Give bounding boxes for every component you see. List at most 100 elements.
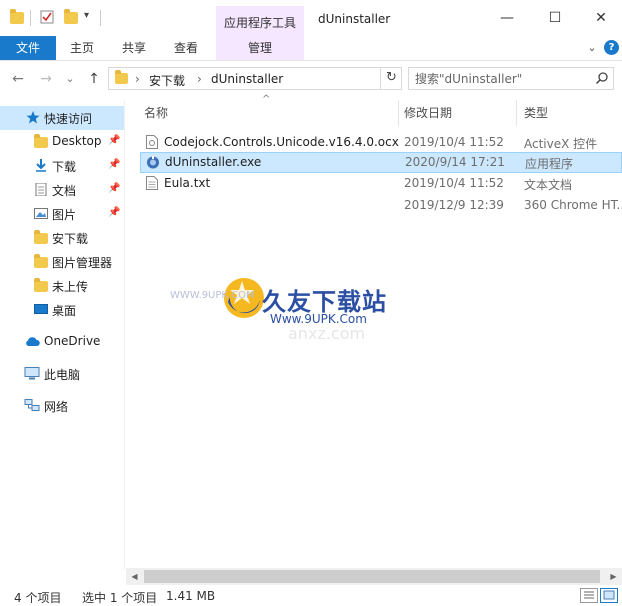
tab-view[interactable]: 查看 [164, 36, 208, 60]
nav-item-quick-access[interactable]: 快速访问 [0, 106, 124, 130]
file-type: 文本文档 [524, 178, 573, 192]
column-header-name[interactable]: 名称 [144, 104, 168, 124]
large-icons-view-icon[interactable] [600, 588, 618, 603]
new-folder-icon[interactable] [64, 9, 78, 24]
properties-icon[interactable] [40, 10, 54, 24]
tab-share[interactable]: 共享 [112, 36, 156, 60]
forward-button[interactable]: → [36, 68, 56, 90]
quick-access-separator [100, 10, 101, 26]
pin-icon[interactable]: 📌 [108, 159, 120, 170]
status-item-count: 4 个项目 [14, 591, 62, 605]
scrollbar-thumb[interactable] [144, 570, 600, 583]
maximize-button[interactable]: ☐ [532, 6, 578, 30]
horizontal-scrollbar[interactable]: ◀ ▶ [126, 568, 622, 585]
pin-icon[interactable]: 📌 [108, 135, 120, 146]
nav-item-downloads[interactable]: 下载 📌 [0, 154, 124, 178]
minimize-button[interactable]: — [484, 6, 530, 30]
desktop-icon [34, 303, 48, 316]
status-size: 1.41 MB [166, 589, 216, 603]
folder-icon [34, 230, 48, 244]
column-divider[interactable] [516, 100, 517, 126]
search-box[interactable] [408, 67, 614, 90]
column-header-type[interactable]: 类型 [524, 104, 548, 124]
tab-home[interactable]: 主页 [60, 36, 104, 60]
scroll-left-button[interactable]: ◀ [126, 568, 143, 585]
watermark-url-small: WWW.9UPK.COM [170, 290, 255, 301]
file-row[interactable]: dUninstaller.exe 2020/9/14 17:21 应用程序 [140, 152, 622, 173]
context-tab-group-header: 应用程序工具 [216, 6, 304, 36]
back-button[interactable]: ← [8, 68, 28, 90]
search-icon[interactable] [595, 71, 609, 85]
search-input[interactable] [415, 71, 585, 86]
details-view-icon[interactable] [580, 588, 598, 603]
cloud-icon [24, 336, 40, 349]
picture-icon [34, 207, 48, 220]
pin-icon[interactable]: 📌 [108, 183, 120, 194]
nav-item-anxiazai[interactable]: 安下载 [0, 226, 124, 250]
nav-item-not-uploaded[interactable]: 未上传 [0, 274, 124, 298]
download-icon [34, 159, 48, 172]
pin-icon[interactable]: 📌 [108, 207, 120, 218]
breadcrumb-separator[interactable]: › [135, 72, 140, 86]
quick-access-separator [30, 10, 31, 26]
computer-icon [24, 367, 40, 380]
breadcrumb-separator[interactable]: › [197, 72, 202, 86]
file-row[interactable]: 2019/12/9 12:39 360 Chrome HT... [140, 195, 622, 216]
status-bar: 4 个项目 选中 1 个项目 1.41 MB [0, 586, 622, 605]
file-row[interactable]: Eula.txt 2019/10/4 11:52 文本文档 [140, 173, 622, 194]
watermark: WWW.9UPK.COM 久友下载站 Www.9UPK.Com anxz.com [170, 268, 430, 343]
close-button[interactable]: ✕ [578, 6, 622, 30]
nav-item-network[interactable]: 网络 [0, 394, 124, 418]
nav-item-pictures[interactable]: 图片 📌 [0, 202, 124, 226]
title-bar: ▾ 应用程序工具 dUninstaller — ☐ ✕ [0, 0, 622, 36]
folder-icon [10, 9, 24, 24]
help-icon[interactable]: ? [604, 40, 619, 55]
tab-manage[interactable]: 管理 [216, 36, 304, 60]
column-header-modified[interactable]: 修改日期 [404, 104, 452, 124]
file-type: 应用程序 [525, 157, 574, 171]
file-modified: 2019/10/4 11:52 [404, 135, 504, 149]
nav-item-documents[interactable]: 文档 📌 [0, 178, 124, 202]
breadcrumb-item[interactable]: dUninstaller [211, 72, 283, 86]
text-file-icon [146, 176, 158, 190]
ocx-file-icon [146, 135, 158, 149]
star-icon [26, 111, 40, 124]
sort-ascending-icon: ^ [262, 94, 271, 105]
nav-item-onedrive[interactable]: OneDrive [0, 330, 124, 354]
nav-item-label: 下载 [52, 160, 77, 174]
recent-locations-button[interactable]: ⌄ [60, 68, 80, 90]
nav-item-label: 网络 [44, 400, 69, 414]
folder-icon [115, 70, 128, 84]
nav-item-picture-manager[interactable]: 图片管理器 [0, 250, 124, 274]
tab-file[interactable]: 文件 [0, 36, 56, 60]
nav-item-label: 文档 [52, 184, 77, 198]
up-button[interactable]: ↑ [84, 68, 104, 90]
nav-item-label: 此电脑 [44, 368, 81, 382]
expand-ribbon-icon[interactable]: ⌄ [584, 40, 600, 56]
file-row[interactable]: Codejock.Controls.Unicode.v16.4.0.ocx 20… [140, 132, 622, 153]
column-divider[interactable] [398, 100, 399, 126]
nav-item-label: 未上传 [52, 280, 89, 294]
scroll-right-button[interactable]: ▶ [605, 568, 622, 585]
nav-item-label: OneDrive [44, 334, 101, 348]
file-type: 360 Chrome HT... [524, 198, 622, 212]
document-icon [34, 182, 48, 197]
nav-item-desktop[interactable]: Desktop 📌 [0, 130, 124, 154]
nav-item-desktop-cn[interactable]: 桌面 [0, 298, 124, 322]
nav-item-label: 图片管理器 [52, 256, 113, 270]
navigation-pane: 快速访问 Desktop 📌 下载 📌 文档 📌 图片 📌 安下载 图片管理器 [0, 100, 125, 570]
nav-item-this-pc[interactable]: 此电脑 [0, 362, 124, 386]
context-tab-group-label: 应用程序工具 [223, 16, 296, 30]
address-bar[interactable]: › 安下载 › dUninstaller ⌄ [108, 67, 484, 90]
refresh-button[interactable]: ↻ [380, 67, 402, 90]
quick-access-dropdown-icon[interactable]: ▾ [84, 10, 89, 21]
folder-icon [34, 278, 48, 292]
folder-icon [34, 254, 48, 268]
file-name: Eula.txt [164, 176, 211, 190]
nav-item-label: 桌面 [52, 304, 77, 318]
file-modified: 2019/12/9 12:39 [404, 198, 504, 212]
file-modified: 2019/10/4 11:52 [404, 176, 504, 190]
network-icon [24, 399, 40, 412]
breadcrumb-item[interactable]: 安下载 [149, 72, 185, 89]
nav-item-label: 图片 [52, 208, 77, 222]
